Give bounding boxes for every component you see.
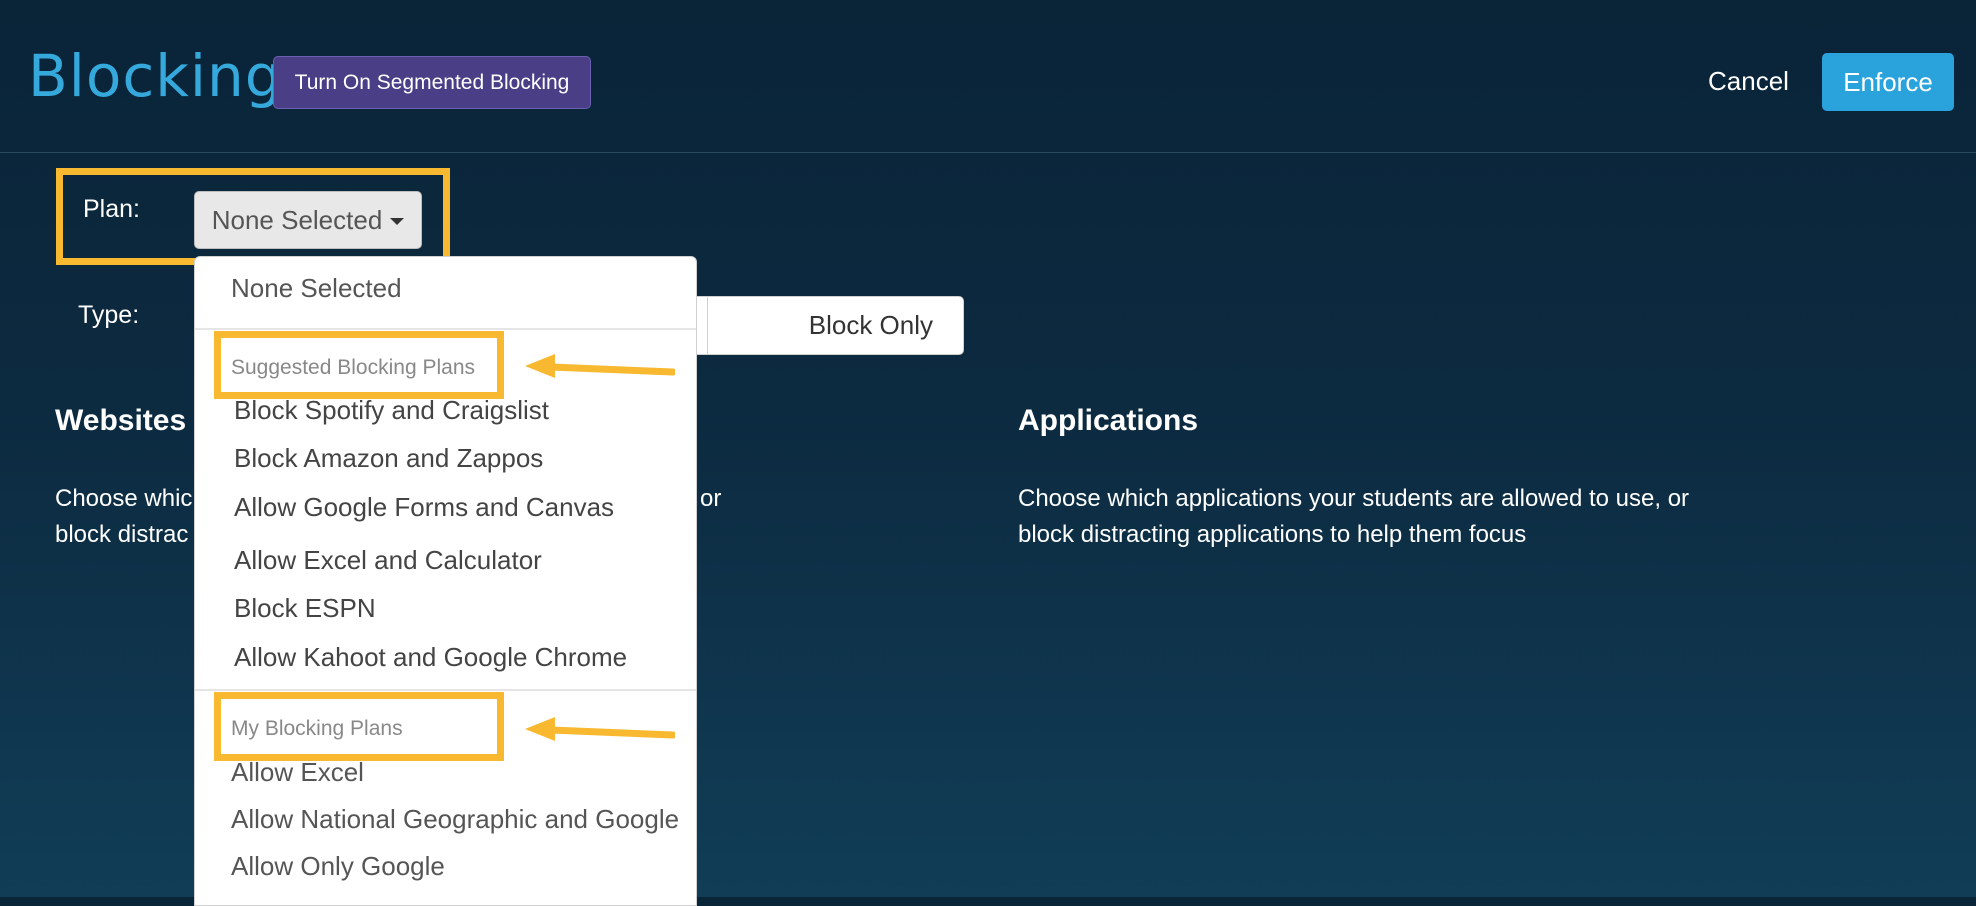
websites-description-line2: block distrac: [55, 521, 189, 548]
header-divider: [0, 152, 1976, 153]
dropdown-item-my-plan[interactable]: Allow National Geographic and Google: [231, 804, 679, 835]
my-plans-highlight-box: [214, 692, 504, 761]
websites-description-line1: Choose which: [55, 485, 206, 512]
dropdown-item-suggested[interactable]: Block Spotify and Craigslist: [234, 395, 549, 426]
dropdown-item-suggested[interactable]: Allow Google Forms and Canvas: [234, 492, 614, 523]
type-segment-divider: [707, 297, 708, 354]
dropdown-divider: [195, 689, 696, 691]
applications-title: Applications: [1018, 404, 1199, 437]
enforce-button[interactable]: Enforce: [1822, 53, 1954, 111]
dropdown-item-suggested[interactable]: Block Amazon and Zappos: [234, 443, 543, 474]
dropdown-item-suggested[interactable]: Allow Excel and Calculator: [234, 545, 542, 576]
websites-description-line1-end: or: [700, 485, 722, 512]
dropdown-item-none-selected[interactable]: None Selected: [231, 273, 402, 304]
websites-title: Websites: [55, 404, 187, 437]
suggested-plans-highlight-box: [214, 331, 504, 399]
type-block-only-label: Block Only: [808, 310, 933, 340]
dropdown-item-suggested[interactable]: Block ESPN: [234, 593, 376, 624]
page-title: Blocking: [28, 42, 283, 110]
annotation-arrow-icon: [525, 717, 675, 741]
cancel-button[interactable]: Cancel: [1708, 66, 1789, 97]
applications-description-line2: block distracting applications to help t…: [1018, 521, 1527, 548]
turn-on-segmented-blocking-button[interactable]: Turn On Segmented Blocking: [273, 56, 591, 109]
plan-highlight-box: [56, 168, 450, 265]
annotation-arrow-icon: [525, 354, 675, 378]
dropdown-item-suggested[interactable]: Allow Kahoot and Google Chrome: [234, 642, 627, 673]
dropdown-item-my-plan[interactable]: Allow Excel: [231, 757, 364, 788]
dropdown-divider: [195, 328, 696, 330]
applications-description-line1: Choose which applications your students …: [1018, 485, 1690, 512]
type-block-only-option[interactable]: Block Only: [680, 296, 964, 355]
type-label: Type:: [78, 301, 140, 329]
dropdown-item-my-plan[interactable]: Allow Only Google: [231, 851, 445, 882]
